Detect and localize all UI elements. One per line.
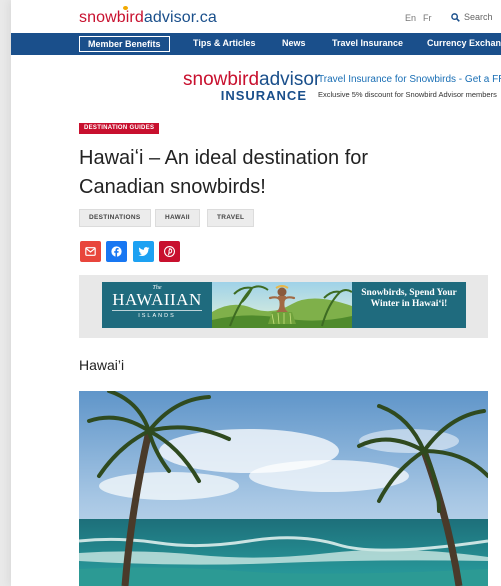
email-icon (85, 247, 96, 256)
insurance-banner-link[interactable]: Travel Insurance for Snowbirds - Get a F… (318, 74, 501, 85)
logo-part-tld: .ca (195, 9, 217, 26)
twitter-icon (138, 246, 149, 256)
insurance-logo[interactable]: snowbirdadvisor INSURANCE (183, 69, 320, 103)
nav-travel-insurance[interactable]: Travel Insurance (332, 38, 403, 48)
tag-hawaii[interactable]: HAWAII (155, 209, 200, 227)
hawaii-ad-banner[interactable]: The HAWAIIAN ISLANDS Snowbirds, Spend Yo… (102, 282, 466, 328)
hawaii-beach-palm-image (79, 391, 488, 586)
logo-part-advisor: advisor (143, 9, 196, 26)
main-nav: Member Benefits Tips & Articles News Tra… (11, 33, 501, 55)
insurance-logo-advisor: advisor (259, 69, 321, 90)
article-title: Hawaiʻi – An ideal destination for Canad… (79, 147, 369, 198)
tag-travel[interactable]: TRAVEL (207, 209, 255, 227)
category-badge[interactable]: DESTINATION GUIDES (79, 123, 160, 134)
nav-news[interactable]: News (282, 38, 306, 48)
language-fr-link[interactable]: Fr (423, 13, 432, 23)
logo-sun-dot (122, 6, 128, 10)
insurance-logo-snowbird: snowbird (183, 69, 260, 90)
share-facebook-button[interactable] (106, 241, 127, 262)
nav-tips-articles[interactable]: Tips & Articles (193, 38, 256, 48)
ad-headline: Snowbirds, Spend Your Winter in Hawai‘i! (361, 288, 457, 309)
ad-hula-dancer-image (212, 282, 352, 328)
ad-brand-sub: ISLANDS (112, 310, 202, 319)
insurance-logo-insurance: INSURANCE (220, 88, 307, 103)
site-logo[interactable]: snowbird advisor.ca (79, 6, 217, 27)
facebook-icon (111, 246, 122, 257)
search-link[interactable]: Search (451, 12, 493, 22)
language-en-link[interactable]: En (405, 13, 416, 23)
nav-currency-exchange[interactable]: Currency Exchange (427, 38, 501, 48)
share-email-button[interactable] (80, 241, 101, 262)
pinterest-icon (164, 246, 175, 257)
hawaiian-islands-logo: The HAWAIIAN ISLANDS (102, 282, 212, 328)
top-bar: snowbird advisor.ca En Fr Search (11, 0, 501, 33)
search-label: Search (464, 12, 493, 22)
tag-destinations[interactable]: DESTINATIONS (79, 209, 151, 227)
share-pinterest-button[interactable] (159, 241, 180, 262)
ad-brand-name: HAWAIIAN (112, 290, 202, 309)
search-icon (451, 13, 460, 22)
share-twitter-button[interactable] (133, 241, 154, 262)
section-heading: Hawai’i (79, 357, 125, 373)
logo-part-snow: snow (79, 9, 117, 26)
insurance-banner-subtitle: Exclusive 5% discount for Snowbird Advis… (318, 90, 497, 99)
member-benefits-button[interactable]: Member Benefits (79, 36, 170, 52)
logo-part-bird: bird (116, 9, 144, 26)
page: snowbird advisor.ca En Fr Search Member B… (11, 0, 501, 586)
